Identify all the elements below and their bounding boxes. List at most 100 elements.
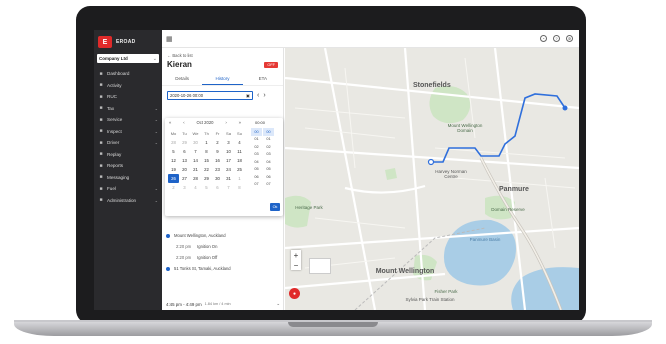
next-month-button[interactable]: › xyxy=(225,120,226,125)
next-year-button[interactable]: » xyxy=(239,120,241,125)
calendar-day[interactable]: 25 xyxy=(234,165,245,174)
prev-month-button[interactable]: ‹ xyxy=(183,120,184,125)
tab-details[interactable]: Details xyxy=(162,73,202,85)
list-item[interactable]: 51 Tonks St, Tamaki, Auckland xyxy=(162,263,284,274)
calendar-day[interactable]: 6 xyxy=(179,147,190,156)
calendar-day[interactable]: 2 xyxy=(168,183,179,192)
sidebar-item-inspect[interactable]: ■ Inspect ⌄ xyxy=(94,126,162,138)
minute-option[interactable]: 07 xyxy=(263,181,274,189)
hour-option[interactable]: 03 xyxy=(251,151,262,159)
calendar-day[interactable]: 3 xyxy=(223,138,234,147)
notifications-icon[interactable]: ◔ xyxy=(540,35,547,42)
calendar-day[interactable]: 15 xyxy=(201,156,212,165)
minute-option[interactable]: 03 xyxy=(263,151,274,159)
calendar-day[interactable]: 20 xyxy=(179,165,190,174)
back-to-list-link[interactable]: ← Back to list xyxy=(162,48,283,60)
hour-option[interactable]: 04 xyxy=(251,158,262,166)
tab-eta[interactable]: ETA xyxy=(243,73,283,85)
map-view[interactable]: Stonefields Mount Wellington Domain Harv… xyxy=(285,48,579,310)
calendar-day[interactable]: 14 xyxy=(190,156,201,165)
calendar-day[interactable]: 13 xyxy=(179,156,190,165)
calendar-day[interactable]: 7 xyxy=(190,147,201,156)
help-icon[interactable]: ? xyxy=(553,35,560,42)
list-item[interactable]: 2:20 pm Ignition Off xyxy=(162,252,284,263)
calendar-day[interactable]: 16 xyxy=(212,156,223,165)
calendar-day[interactable]: 23 xyxy=(212,165,223,174)
calendar-day[interactable]: 27 xyxy=(179,174,190,183)
map-label-stonefields: Stonefields xyxy=(413,82,451,89)
location-pin-icon[interactable]: ● xyxy=(289,288,300,299)
previous-day-button[interactable]: ‹ xyxy=(257,92,259,99)
brand[interactable]: E EROAD xyxy=(94,30,162,52)
zoom-in-button[interactable]: + xyxy=(291,250,301,260)
tab-history[interactable]: History xyxy=(202,73,243,85)
calendar-day[interactable]: 10 xyxy=(223,147,234,156)
calendar-day[interactable]: 22 xyxy=(201,165,212,174)
sidebar-item-dashboard[interactable]: ■ Dashboard xyxy=(94,68,162,80)
calendar-day[interactable]: 1 xyxy=(201,138,212,147)
prev-year-button[interactable]: « xyxy=(169,120,171,125)
trip-summary-row[interactable]: 4:45 pm - 4:49 pm 1.84 km / 4 min ⌄ xyxy=(162,301,284,307)
calendar-day[interactable]: 30 xyxy=(212,174,223,183)
calendar-day[interactable]: 1 xyxy=(234,174,245,183)
calendar-day[interactable]: 3 xyxy=(179,183,190,192)
calendar-day[interactable]: 29 xyxy=(201,174,212,183)
calendar-day[interactable]: 18 xyxy=(234,156,245,165)
next-day-button[interactable]: › xyxy=(263,92,265,99)
calendar-day[interactable]: 7 xyxy=(223,183,234,192)
calendar-day[interactable]: 2 xyxy=(212,138,223,147)
apps-grid-icon[interactable]: ▦ xyxy=(166,35,173,43)
minute-option[interactable]: 06 xyxy=(263,173,274,181)
minute-option[interactable]: 01 xyxy=(263,136,274,144)
map-thumbnail-toggle[interactable] xyxy=(309,258,331,274)
calendar-day[interactable]: 8 xyxy=(234,183,245,192)
company-selector[interactable]: Company Ltd ⌄ xyxy=(97,54,159,63)
date-time-input[interactable]: 2020-10-26 00:00 ▣ xyxy=(167,91,253,100)
calendar-day[interactable]: 6 xyxy=(212,183,223,192)
hour-option[interactable]: 06 xyxy=(251,173,262,181)
calendar-day[interactable]: 30 xyxy=(190,138,201,147)
sidebar-item-messaging[interactable]: ■ Messaging xyxy=(94,172,162,184)
hour-option[interactable]: 01 xyxy=(251,136,262,144)
list-item[interactable]: Mount Wellington, Auckland xyxy=(162,230,284,241)
calendar-day[interactable]: 24 xyxy=(223,165,234,174)
calendar-day[interactable]: 8 xyxy=(201,147,212,156)
minute-option[interactable]: 04 xyxy=(263,158,274,166)
calendar-day[interactable]: 28 xyxy=(190,174,201,183)
sidebar-item-ruc[interactable]: ■ RUC xyxy=(94,91,162,103)
sidebar-item-fuel[interactable]: ■ Fuel ⌄ xyxy=(94,183,162,195)
calendar-day[interactable]: 5 xyxy=(168,147,179,156)
calendar-day[interactable]: 29 xyxy=(179,138,190,147)
calendar-day[interactable]: 9 xyxy=(212,147,223,156)
sidebar-item-activity[interactable]: ■ Activity xyxy=(94,80,162,92)
hour-option[interactable]: 07 xyxy=(251,181,262,189)
sidebar-item-reports[interactable]: ■ Reports xyxy=(94,160,162,172)
hour-option[interactable]: 02 xyxy=(251,143,262,151)
calendar-day[interactable]: 17 xyxy=(223,156,234,165)
calendar-day[interactable]: 12 xyxy=(168,156,179,165)
calendar-month[interactable]: Oct 2020 xyxy=(196,120,213,125)
calendar-day[interactable]: 26 xyxy=(168,174,179,183)
calendar-day[interactable]: 21 xyxy=(190,165,201,174)
calendar-day[interactable]: 31 xyxy=(223,174,234,183)
sidebar-item-service[interactable]: ■ Service ⌄ xyxy=(94,114,162,126)
sidebar-item-replay[interactable]: ■ Replay xyxy=(94,149,162,161)
calendar-ok-button[interactable]: Ok xyxy=(270,203,280,211)
minute-option[interactable]: 00 xyxy=(263,128,274,136)
zoom-out-button[interactable]: − xyxy=(291,260,301,270)
calendar-day[interactable]: 11 xyxy=(234,147,245,156)
calendar-day[interactable]: 4 xyxy=(234,138,245,147)
calendar-day[interactable]: 4 xyxy=(190,183,201,192)
calendar-day[interactable]: 28 xyxy=(168,138,179,147)
calendar-day[interactable]: 19 xyxy=(168,165,179,174)
sidebar-item-tax[interactable]: ■ Tax ⌄ xyxy=(94,103,162,115)
minute-option[interactable]: 05 xyxy=(263,166,274,174)
sidebar-item-administration[interactable]: ■ Administration ⌄ xyxy=(94,195,162,207)
sidebar-item-driver[interactable]: ■ Driver ⌄ xyxy=(94,137,162,149)
list-item[interactable]: 2:20 pm Ignition On xyxy=(162,241,284,252)
hour-option[interactable]: 05 xyxy=(251,166,262,174)
minute-option[interactable]: 02 xyxy=(263,143,274,151)
settings-gear-icon[interactable]: ✲ xyxy=(566,35,573,42)
calendar-day[interactable]: 5 xyxy=(201,183,212,192)
hour-option[interactable]: 00 xyxy=(251,128,262,136)
